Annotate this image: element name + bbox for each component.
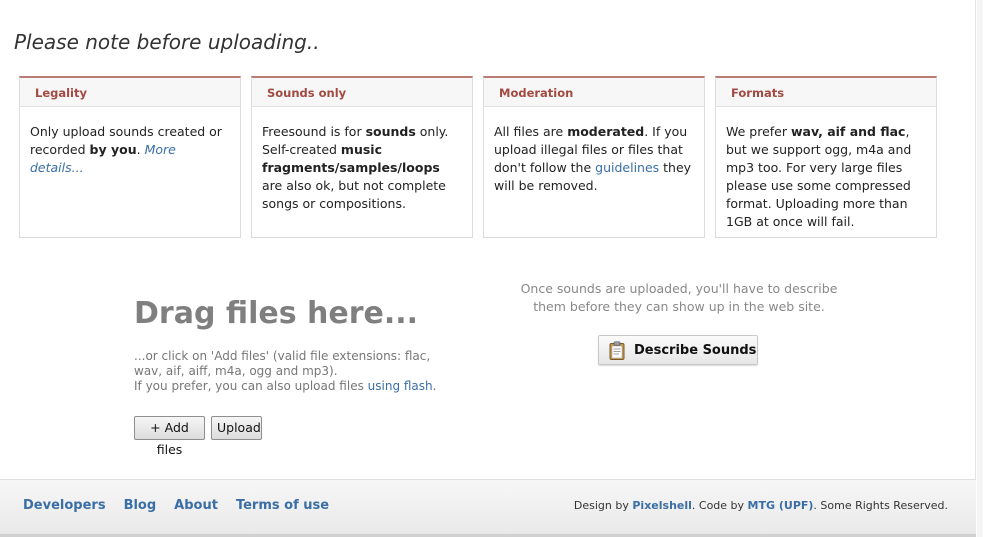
footer-link-about[interactable]: About xyxy=(174,498,218,513)
note-title: Sounds only xyxy=(252,78,472,107)
describe-sounds-button[interactable]: Describe Sounds xyxy=(598,335,758,365)
note-formats: Formats We prefer wav, aif and flac, but… xyxy=(715,76,937,238)
note-moderation: Moderation All files are moderated. If y… xyxy=(483,76,705,238)
upload-button[interactable]: Upload xyxy=(211,416,262,440)
footer-credit: Design by Pixelshell. Code by MTG (UPF).… xyxy=(573,499,948,512)
mtg-link[interactable]: MTG (UPF) xyxy=(748,499,814,512)
note-title: Legality xyxy=(20,78,240,107)
note-title: Moderation xyxy=(484,78,704,107)
footer-links: Developers Blog About Terms of use xyxy=(23,498,347,513)
pixelshell-link[interactable]: Pixelshell xyxy=(632,499,692,512)
page-title: Please note before uploading.. xyxy=(14,30,320,54)
note-body: We prefer wav, aif and flac, but we supp… xyxy=(726,124,912,229)
note-legality: Legality Only upload sounds created or r… xyxy=(19,76,241,238)
note-title: Formats xyxy=(716,78,936,107)
note-body: All files are moderated. If you upload i… xyxy=(494,124,692,193)
page-gutter xyxy=(977,0,983,537)
footer-link-terms[interactable]: Terms of use xyxy=(236,498,329,513)
flash-upload-link[interactable]: using flash xyxy=(368,379,433,393)
describe-sounds-label: Describe Sounds xyxy=(634,342,757,358)
drop-zone-help: ...or click on 'Add files' (valid file e… xyxy=(134,349,437,393)
drop-zone-title[interactable]: Drag files here... xyxy=(134,296,418,331)
footer: Developers Blog About Terms of use Desig… xyxy=(0,479,976,534)
clipboard-icon xyxy=(609,340,625,360)
guidelines-link[interactable]: guidelines xyxy=(595,160,659,175)
note-sounds-only: Sounds only Freesound is for sounds only… xyxy=(251,76,473,238)
upload-page: Please note before uploading.. Legality … xyxy=(0,0,976,537)
footer-link-developers[interactable]: Developers xyxy=(23,498,106,513)
describe-info: Once sounds are uploaded, you'll have to… xyxy=(520,281,838,314)
note-body: Only upload sounds created or recorded b… xyxy=(30,124,222,175)
footer-link-blog[interactable]: Blog xyxy=(124,498,157,513)
add-files-button[interactable]: + Add files xyxy=(134,416,205,457)
note-body: Freesound is for sounds only. Self-creat… xyxy=(262,124,449,211)
upload-notes: Legality Only upload sounds created or r… xyxy=(19,76,937,238)
